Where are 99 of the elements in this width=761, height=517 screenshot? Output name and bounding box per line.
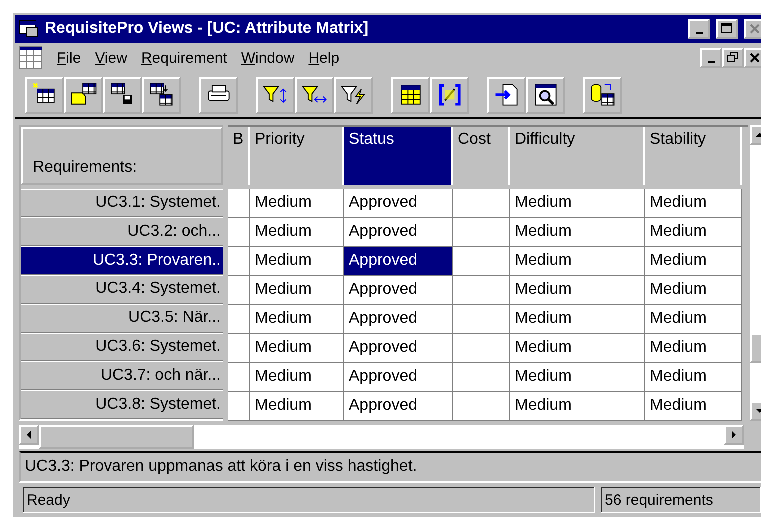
horizontal-scrollbar[interactable] bbox=[19, 425, 744, 449]
table-cell: Medium bbox=[250, 363, 344, 392]
row-header[interactable]: UC3.5: När... bbox=[21, 304, 223, 333]
menu-item[interactable]: Window bbox=[241, 50, 295, 66]
table-cell bbox=[228, 276, 250, 305]
table-cell: Approved bbox=[344, 392, 453, 421]
status-message: Ready bbox=[23, 487, 595, 513]
table-cell: Approved bbox=[344, 276, 453, 305]
table-cell bbox=[453, 363, 510, 392]
toolbar-button[interactable] bbox=[295, 76, 334, 114]
table-cell: Medium bbox=[510, 276, 645, 305]
right-arrow-icon bbox=[730, 431, 738, 439]
table-cell: Medium bbox=[645, 305, 742, 334]
table-cell: Medium bbox=[510, 392, 645, 421]
table-cell: Medium bbox=[510, 247, 645, 276]
table-cell bbox=[228, 392, 250, 421]
toolbar-button[interactable] bbox=[256, 76, 295, 114]
table-cell: Medium bbox=[250, 218, 344, 247]
toolbar-button[interactable] bbox=[430, 76, 469, 114]
toolbar-button[interactable] bbox=[583, 76, 622, 114]
scroll-left-button[interactable] bbox=[19, 425, 39, 445]
table-cell bbox=[228, 189, 250, 218]
table-cell: Approved bbox=[344, 334, 453, 363]
table-cell: Medium bbox=[645, 363, 742, 392]
table-cell: Medium bbox=[250, 392, 344, 421]
row-header[interactable]: UC3.3: Provaren.. bbox=[21, 246, 223, 276]
maximize-button[interactable] bbox=[716, 19, 738, 39]
minimize-icon bbox=[696, 32, 702, 34]
row-header[interactable]: UC3.1: Systemet. bbox=[21, 188, 223, 218]
minimize-icon bbox=[708, 61, 714, 63]
table-cell bbox=[228, 334, 250, 363]
toolbar-button[interactable] bbox=[199, 76, 238, 114]
menu-item[interactable]: Help bbox=[308, 50, 340, 66]
table-cell: Medium bbox=[645, 189, 742, 218]
table-cell bbox=[228, 218, 250, 247]
menu-item[interactable]: Requirement bbox=[141, 50, 228, 66]
toolbar-button[interactable] bbox=[526, 76, 565, 114]
row-header[interactable]: UC3.2: och... bbox=[21, 217, 223, 246]
row-header-title: Requirements: bbox=[21, 127, 223, 185]
toolbar-button[interactable] bbox=[142, 76, 181, 114]
toolbar-button[interactable] bbox=[487, 76, 526, 114]
toolbar-button[interactable] bbox=[334, 76, 373, 114]
menu-item[interactable]: View bbox=[95, 50, 128, 66]
row-header[interactable]: UC3.4: Systemet. bbox=[21, 275, 223, 304]
menu-item[interactable]: File bbox=[57, 50, 82, 66]
table-cell: Medium bbox=[510, 334, 645, 363]
table-cell: Medium bbox=[645, 392, 742, 421]
table-cell: Medium bbox=[250, 334, 344, 363]
close-button[interactable] bbox=[744, 48, 761, 68]
row-header[interactable]: UC3.7: och när... bbox=[21, 361, 223, 390]
minimize-button[interactable] bbox=[688, 19, 710, 39]
left-arrow-icon bbox=[25, 431, 33, 439]
document-grid-icon bbox=[19, 46, 43, 70]
table-cell bbox=[228, 305, 250, 334]
table-cell: Approved bbox=[344, 189, 453, 218]
table-cell: Medium bbox=[250, 276, 344, 305]
table-cell: Approved bbox=[344, 305, 453, 334]
restore-button[interactable] bbox=[722, 48, 744, 68]
table-cell bbox=[453, 305, 510, 334]
close-icon bbox=[750, 24, 760, 34]
row-header[interactable]: UC3.8: Systemet. bbox=[21, 390, 223, 420]
table-cell: Medium bbox=[250, 305, 344, 334]
requirement-count: 56 requirements bbox=[601, 487, 761, 513]
description-text: UC3.3: Provaren uppmanas att köra i en viss hastighet. bbox=[19, 451, 761, 483]
table-cell: Medium bbox=[645, 276, 742, 305]
table-cell bbox=[453, 276, 510, 305]
toolbar-button[interactable] bbox=[25, 76, 64, 114]
toolbar-button[interactable] bbox=[64, 76, 103, 114]
app-icon bbox=[19, 20, 39, 38]
window-title: RequisitePro Views - [UC: Attribute Matrix] bbox=[45, 20, 370, 38]
table-cell: Medium bbox=[250, 189, 344, 218]
maximize-icon bbox=[721, 23, 733, 35]
table-cell: Approved bbox=[344, 363, 453, 392]
row-header[interactable]: UC3.6: Systemet. bbox=[21, 332, 223, 362]
table-cell bbox=[228, 247, 250, 276]
table-cell bbox=[453, 334, 510, 363]
scroll-thumb[interactable] bbox=[39, 425, 194, 449]
table-cell: Medium bbox=[510, 218, 645, 247]
table-cell bbox=[228, 363, 250, 392]
toolbar-button[interactable] bbox=[103, 76, 142, 114]
restore-icon bbox=[727, 52, 739, 64]
toolbar-button[interactable] bbox=[391, 76, 430, 114]
table-cell: Medium bbox=[510, 363, 645, 392]
table-cell: Medium bbox=[645, 334, 742, 363]
close-icon bbox=[750, 53, 760, 63]
table-cell bbox=[453, 189, 510, 218]
table-cell bbox=[453, 392, 510, 421]
column-header[interactable]: Status bbox=[344, 127, 453, 185]
table-cell: Approved bbox=[344, 218, 453, 247]
table-cell: Medium bbox=[645, 218, 742, 247]
table-cell: Medium bbox=[645, 247, 742, 276]
table-cell bbox=[453, 218, 510, 247]
table-cell: Medium bbox=[250, 247, 344, 276]
table-cell: Medium bbox=[510, 305, 645, 334]
scroll-right-button[interactable] bbox=[724, 425, 744, 445]
table-cell: Medium bbox=[510, 189, 645, 218]
table-cell bbox=[453, 247, 510, 276]
table-cell: Approved bbox=[344, 247, 453, 276]
minimize-button[interactable] bbox=[700, 48, 722, 68]
